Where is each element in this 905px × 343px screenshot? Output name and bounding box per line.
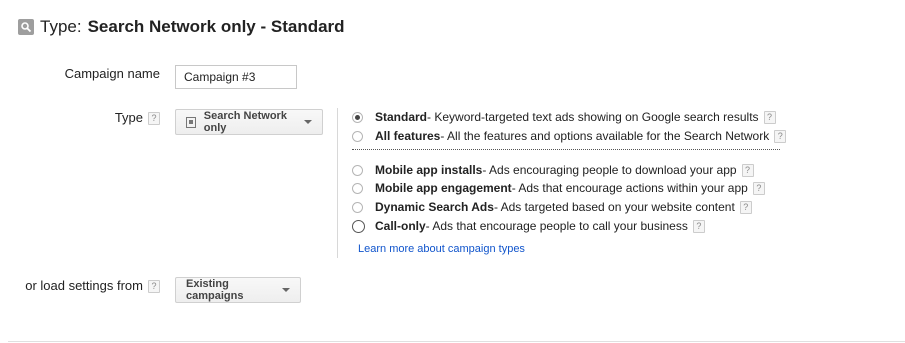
bottom-divider [8,341,905,342]
page-header: Type: Search Network only - Standard [18,17,345,37]
help-icon[interactable]: ? [763,110,776,124]
header-value: Search Network only - Standard [87,17,345,36]
learn-more-link[interactable]: Learn more about campaign types [358,243,525,255]
type-dropdown-label: Search Network only [203,110,287,134]
header-label: Type: [40,17,82,36]
radio-standard[interactable] [352,111,363,123]
radio-mobile-app-engagement[interactable] [352,182,363,194]
option-desc: - All the features and options available… [440,129,770,143]
option-title: Mobile app engagement [375,181,512,195]
radio-call-only[interactable] [352,219,365,233]
option-all-features[interactable]: All features - All the features and opti… [352,129,787,143]
option-call-only[interactable]: Call-only - Ads that encourage people to… [352,219,705,233]
option-desc: - Ads targeted based on your website con… [493,200,735,214]
campaign-name-label: Campaign name [64,66,160,81]
existing-campaigns-dropdown[interactable]: Existing campaigns [175,277,301,303]
load-settings-label: or load settings from [25,278,143,293]
help-icon[interactable]: ? [739,200,752,214]
option-mobile-app-engagement[interactable]: Mobile app engagement - Ads that encoura… [352,181,765,195]
option-title: Standard [375,110,428,124]
option-desc: - Ads that encourage people to call your… [425,219,688,233]
chevron-down-icon [304,120,312,124]
option-title: All features [375,129,441,143]
option-standard[interactable]: Standard - Keyword-targeted text ads sho… [352,110,776,124]
options-divider [352,149,780,150]
radio-mobile-app-installs[interactable] [352,164,363,176]
type-help-icon[interactable]: ? [148,112,160,126]
radio-dynamic-search-ads[interactable] [352,201,363,213]
option-title: Dynamic Search Ads [375,200,494,214]
type-label: Type [114,110,143,125]
help-icon[interactable]: ? [774,129,787,143]
option-dynamic-search-ads[interactable]: Dynamic Search Ads - Ads targeted based … [352,200,752,214]
type-dropdown-button[interactable]: Search Network only [175,109,323,135]
option-desc: - Ads encouraging people to download you… [482,163,737,177]
type-row-label: Type? [60,110,160,126]
campaign-name-input[interactable] [175,65,297,89]
help-icon[interactable]: ? [692,219,705,233]
load-settings-help-icon[interactable]: ? [148,280,160,294]
campaign-type-options: Standard - Keyword-targeted text ads sho… [337,108,798,258]
option-desc: - Keyword-targeted text ads showing on G… [427,110,759,124]
radio-all-features[interactable] [352,130,363,142]
option-title: Mobile app installs [375,163,483,177]
search-icon [18,19,34,35]
help-icon[interactable]: ? [752,181,765,195]
load-settings-row-label: or load settings from? [10,278,160,294]
option-title: Call-only [375,219,426,233]
help-icon[interactable]: ? [741,163,754,177]
option-mobile-app-installs[interactable]: Mobile app installs - Ads encouraging pe… [352,163,754,177]
network-icon [186,116,196,128]
chevron-down-icon [282,288,290,292]
option-desc: - Ads that encourage actions within your… [511,181,748,195]
existing-campaigns-label: Existing campaigns [186,278,244,302]
